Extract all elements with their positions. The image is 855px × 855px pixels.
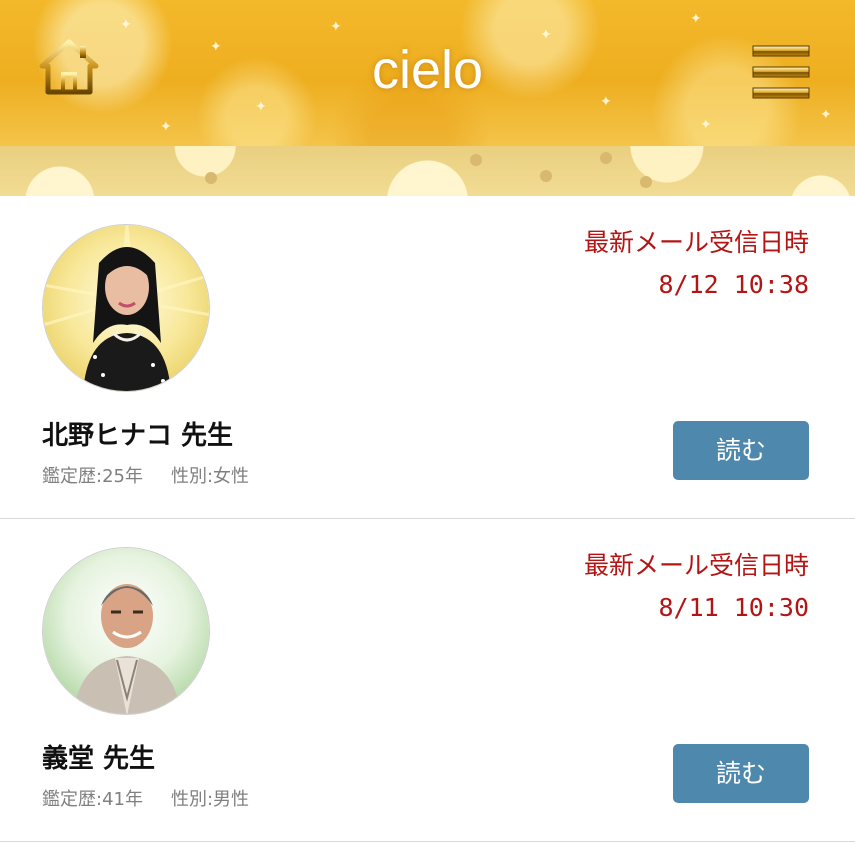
sparkle-decoration: ✦ <box>255 99 267 115</box>
menu-button[interactable] <box>751 42 811 102</box>
sparkle-decoration: ✦ <box>120 17 132 33</box>
sparkle-decoration: ✦ <box>330 19 342 35</box>
pattern-dot <box>205 172 217 184</box>
sparkle-decoration: ✦ <box>700 117 712 133</box>
teacher-meta: 鑑定歴:25年 性別:女性 <box>42 464 249 490</box>
pattern-dot <box>470 154 482 166</box>
experience-years: 鑑定歴:41年 <box>42 789 143 810</box>
app-screen: ✦ ✦ ✦ ✦ ✦ ✦ ✦ ✦ ✦ ✦ cielo 最新メール受信日時 8/12… <box>0 0 855 855</box>
latest-mail-label: 最新メール受信日時 <box>583 228 809 257</box>
gender: 性別:女性 <box>170 466 250 487</box>
list-item: 最新メール受信日時 8/12 10:38 北野ヒナコ 先生 鑑定歴:25年 性別:… <box>0 196 855 519</box>
pattern-dot <box>640 176 652 188</box>
fortune-teller-portrait-male <box>43 548 209 714</box>
gender: 性別:男性 <box>170 789 250 810</box>
teacher-name: 義堂 先生 <box>42 744 156 774</box>
read-button[interactable]: 読む <box>673 744 809 803</box>
latest-mail-date: 8/11 10:30 <box>658 593 809 622</box>
latest-mail-date: 8/12 10:38 <box>658 270 809 299</box>
message-list: 最新メール受信日時 8/12 10:38 北野ヒナコ 先生 鑑定歴:25年性別:… <box>0 196 855 842</box>
app-title: cielo <box>371 40 484 100</box>
read-button[interactable]: 読む <box>673 421 809 480</box>
list-item: 最新メール受信日時 8/11 10:30 義堂 先生 鑑定歴:41年 性別:男性 … <box>0 519 855 842</box>
decorative-pattern-band <box>0 146 855 196</box>
sparkle-decoration: ✦ <box>160 119 172 135</box>
teacher-meta: 鑑定歴:41年 性別:男性 <box>42 787 249 813</box>
pattern-dot <box>600 152 612 164</box>
hamburger-menu-icon <box>752 45 810 99</box>
pattern-dot <box>540 170 552 182</box>
app-header: ✦ ✦ ✦ ✦ ✦ ✦ ✦ ✦ ✦ ✦ cielo <box>0 0 855 146</box>
avatar <box>42 547 210 715</box>
sparkle-decoration: ✦ <box>690 11 702 27</box>
latest-mail-label: 最新メール受信日時 <box>583 551 809 580</box>
experience-years: 鑑定歴:25年 <box>42 466 143 487</box>
fortune-teller-portrait-female <box>43 225 209 391</box>
teacher-name: 北野ヒナコ 先生 <box>42 421 234 451</box>
sparkle-decoration: ✦ <box>820 107 832 123</box>
avatar <box>42 224 210 392</box>
